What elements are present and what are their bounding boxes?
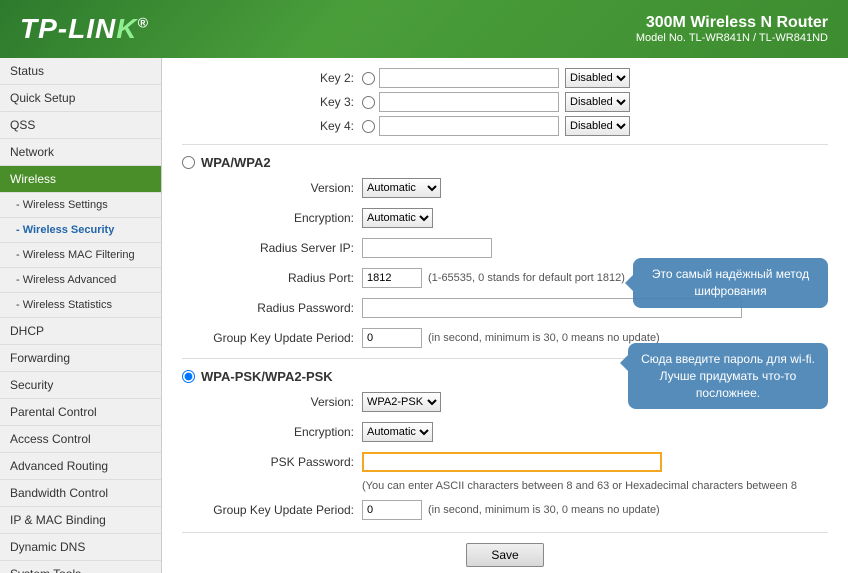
key4-input[interactable] (379, 116, 559, 136)
sidebar-item-dhcp[interactable]: DHCP (0, 318, 161, 345)
wpa-encryption-control: Automatic TKIP AES (362, 208, 433, 228)
sidebar-item-qss[interactable]: QSS (0, 112, 161, 139)
router-name: 300M Wireless N Router (636, 14, 828, 32)
wpapsk-encryption-label: Encryption: (182, 425, 362, 439)
sidebar-item-access-control[interactable]: Access Control (0, 426, 161, 453)
wpapsk-title: WPA-PSK/WPA2-PSK (201, 369, 333, 384)
radius-password-row: Radius Password: (182, 296, 828, 320)
key2-radio[interactable] (362, 72, 375, 85)
wpapsk-group-key-hint: (in second, minimum is 30, 0 means no up… (428, 504, 660, 516)
key2-label: Key 2: (182, 71, 362, 85)
key3-label: Key 3: (182, 95, 362, 109)
radius-password-input[interactable] (362, 298, 742, 318)
wpapsk-version-row: Version: Automatic WPA-PSK WPA2-PSK (182, 390, 828, 414)
radius-password-label: Radius Password: (182, 301, 362, 315)
wpa-encryption-label: Encryption: (182, 211, 362, 225)
content-area: Key 2: Disabled Key 3: Disabled Key 4: D… (162, 58, 848, 573)
sidebar-item-security[interactable]: Security (0, 372, 161, 399)
sidebar-item-status[interactable]: Status (0, 58, 161, 85)
sidebar-item-forwarding[interactable]: Forwarding (0, 345, 161, 372)
sidebar-item-wireless[interactable]: Wireless (0, 166, 161, 193)
radius-ip-label: Radius Server IP: (182, 241, 362, 255)
wpapsk-encryption-select[interactable]: Automatic TKIP AES (362, 422, 433, 442)
wpa-group-key-control: (in second, minimum is 30, 0 means no up… (362, 328, 660, 348)
main-container: Status Quick Setup QSS Network Wireless … (0, 58, 848, 573)
key3-row: Key 3: Disabled (182, 92, 828, 112)
sidebar-item-wireless-advanced[interactable]: - Wireless Advanced (0, 268, 161, 293)
wpapsk-group-key-row: Group Key Update Period: (in second, min… (182, 498, 828, 522)
sidebar-item-wireless-mac[interactable]: - Wireless MAC Filtering (0, 243, 161, 268)
radius-port-row: Radius Port: (1-65535, 0 stands for defa… (182, 266, 828, 290)
radius-port-hint: (1-65535, 0 stands for default port 1812… (428, 272, 625, 284)
sidebar-item-advanced-routing[interactable]: Advanced Routing (0, 453, 161, 480)
router-info: 300M Wireless N Router Model No. TL-WR84… (636, 14, 828, 44)
wpapsk-group-key-control: (in second, minimum is 30, 0 means no up… (362, 500, 660, 520)
sidebar-item-network[interactable]: Network (0, 139, 161, 166)
sidebar-item-bandwidth-control[interactable]: Bandwidth Control (0, 480, 161, 507)
sidebar-item-wireless-stats[interactable]: - Wireless Statistics (0, 293, 161, 318)
radius-port-label: Radius Port: (182, 271, 362, 285)
model-number: Model No. TL-WR841N / TL-WR841ND (636, 32, 828, 44)
wpapsk-group-key-label: Group Key Update Period: (182, 503, 362, 517)
key4-status[interactable]: Disabled (565, 116, 630, 136)
key2-status[interactable]: Disabled (565, 68, 630, 88)
sidebar-item-wireless-security[interactable]: - Wireless Security (0, 218, 161, 243)
wpapsk-encryption-row: Encryption: Automatic TKIP AES (182, 420, 828, 444)
wpapsk-radio[interactable] (182, 370, 195, 383)
page-header: TP-LINK® 300M Wireless N Router Model No… (0, 0, 848, 58)
sidebar-item-parental-control[interactable]: Parental Control (0, 399, 161, 426)
radius-password-control (362, 298, 742, 318)
sidebar: Status Quick Setup QSS Network Wireless … (0, 58, 162, 573)
sidebar-item-wireless-settings[interactable]: - Wireless Settings (0, 193, 161, 218)
sidebar-item-ip-mac-binding[interactable]: IP & MAC Binding (0, 507, 161, 534)
brand-logo: TP-LINK® (20, 13, 149, 45)
wpapsk-group-key-input[interactable] (362, 500, 422, 520)
key4-label: Key 4: (182, 119, 362, 133)
wpa-section-header: WPA/WPA2 (182, 155, 828, 170)
wpapsk-version-label: Version: (182, 395, 362, 409)
wpapsk-version-control: Automatic WPA-PSK WPA2-PSK (362, 392, 441, 412)
key3-input[interactable] (379, 92, 559, 112)
key2-row: Key 2: Disabled (182, 68, 828, 88)
psk-password-input[interactable] (362, 452, 662, 472)
wpa-encryption-row: Encryption: Automatic TKIP AES (182, 206, 828, 230)
psk-password-label: PSK Password: (182, 455, 362, 469)
wpa-encryption-select[interactable]: Automatic TKIP AES (362, 208, 433, 228)
wpapsk-version-select[interactable]: Automatic WPA-PSK WPA2-PSK (362, 392, 441, 412)
wpa-group-key-input[interactable] (362, 328, 422, 348)
wpa-version-label: Version: (182, 181, 362, 195)
save-area: Save (182, 532, 828, 573)
wpapsk-encryption-control: Automatic TKIP AES (362, 422, 433, 442)
wpapsk-section-header: WPA-PSK/WPA2-PSK (182, 369, 828, 384)
radius-port-control: (1-65535, 0 stands for default port 1812… (362, 268, 625, 288)
psk-password-control (362, 452, 662, 472)
sidebar-item-quick-setup[interactable]: Quick Setup (0, 85, 161, 112)
key3-status[interactable]: Disabled (565, 92, 630, 112)
key4-row: Key 4: Disabled (182, 116, 828, 136)
radius-ip-input[interactable] (362, 238, 492, 258)
wpa-version-select[interactable]: Automatic WPA-PSK WPA2-PSK (362, 178, 441, 198)
divider2 (182, 358, 828, 359)
key3-radio[interactable] (362, 96, 375, 109)
wpa-group-key-row: Group Key Update Period: (in second, min… (182, 326, 828, 350)
wpa-group-key-label: Group Key Update Period: (182, 331, 362, 345)
divider1 (182, 144, 828, 145)
sidebar-item-dynamic-dns[interactable]: Dynamic DNS (0, 534, 161, 561)
wpa-title: WPA/WPA2 (201, 155, 271, 170)
radius-ip-row: Radius Server IP: (182, 236, 828, 260)
key2-input[interactable] (379, 68, 559, 88)
key4-radio[interactable] (362, 120, 375, 133)
save-button[interactable]: Save (466, 543, 543, 567)
sidebar-item-system-tools[interactable]: System Tools (0, 561, 161, 573)
wpa-version-row: Version: Automatic WPA-PSK WPA2-PSK (182, 176, 828, 200)
psk-password-row: PSK Password: (182, 450, 828, 474)
wpa-group-key-hint: (in second, minimum is 30, 0 means no up… (428, 332, 660, 344)
radius-port-input[interactable] (362, 268, 422, 288)
wpa-radio[interactable] (182, 156, 195, 169)
wpa-version-control: Automatic WPA-PSK WPA2-PSK (362, 178, 441, 198)
radius-ip-control (362, 238, 492, 258)
psk-note: (You can enter ASCII characters between … (362, 480, 828, 492)
